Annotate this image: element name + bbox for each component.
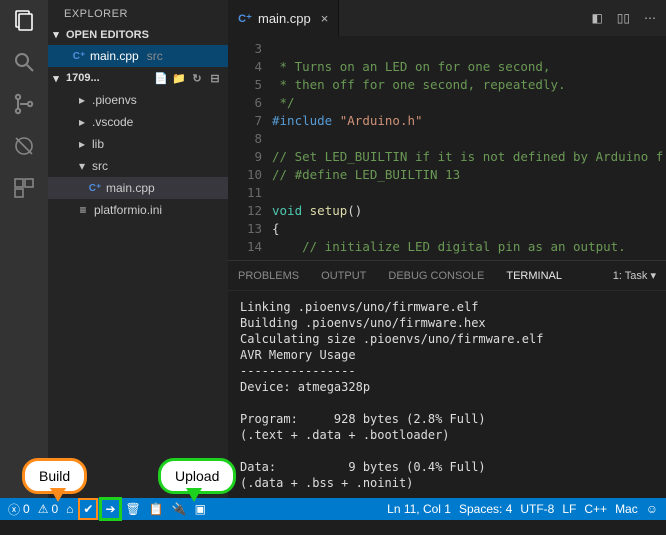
open-editors-label: OPEN EDITORS	[66, 29, 149, 41]
workspace-label: 1709...	[66, 72, 100, 84]
pio-upload-button[interactable]: ➔	[103, 501, 117, 517]
pio-home-icon[interactable]: ⌂	[66, 502, 73, 516]
debug-icon[interactable]	[12, 134, 36, 158]
new-folder-icon[interactable]: 📁	[172, 71, 186, 85]
extensions-icon[interactable]	[12, 176, 36, 200]
activity-bar	[0, 0, 48, 498]
ini-file-icon: ≡	[76, 203, 90, 217]
panel-tabs: PROBLEMS OUTPUT DEBUG CONSOLE TERMINAL 1: T…	[228, 261, 666, 291]
close-icon[interactable]: ×	[321, 11, 329, 26]
folder-src[interactable]: ▾src	[48, 155, 228, 177]
cpp-file-icon: C⁺	[88, 181, 102, 195]
bottom-panel: PROBLEMS OUTPUT DEBUG CONSOLE TERMINAL 1: T…	[228, 260, 666, 498]
refresh-icon[interactable]: ↻	[190, 71, 204, 85]
open-editors-header[interactable]: ▾ OPEN EDITORS	[48, 26, 228, 43]
more-icon[interactable]: ⋯	[644, 11, 656, 25]
chevron-down-icon: ▾	[76, 159, 88, 173]
status-spaces[interactable]: Spaces: 4	[459, 502, 512, 516]
callout-build: Build	[22, 458, 87, 494]
pio-serial-icon[interactable]: 🔌	[172, 502, 187, 516]
terminal-task-dropdown[interactable]: 1: Task ▾	[613, 269, 656, 282]
status-cursor[interactable]: Ln 11, Col 1	[387, 502, 451, 516]
editor-tabs: C⁺ main.cpp × ◧ ▯▯ ⋯	[228, 0, 666, 36]
pio-build-button[interactable]: ✔	[81, 501, 95, 517]
source-control-icon[interactable]	[12, 92, 36, 116]
terminal-output[interactable]: Linking .pioenvs/uno/firmware.elf Buildi…	[228, 291, 666, 498]
status-lang[interactable]: C++	[584, 502, 607, 516]
new-file-icon[interactable]: 📄	[154, 71, 168, 85]
open-editors-list: C⁺main.cppsrc	[48, 43, 228, 69]
status-os[interactable]: Mac	[615, 502, 638, 516]
pio-clean-icon[interactable]: 🗑	[126, 502, 141, 516]
cpp-file-icon: C⁺	[72, 49, 86, 63]
callout-upload: Upload	[158, 458, 236, 494]
workspace-header[interactable]: ▾ 1709... 📄 📁 ↻ ⊟	[48, 69, 228, 87]
folder-lib[interactable]: ▸lib	[48, 133, 228, 155]
status-errors[interactable]: ⓧ 0	[8, 501, 30, 518]
folder-.vscode[interactable]: ▸.vscode	[48, 111, 228, 133]
panel-tab-terminal[interactable]: TERMINAL	[506, 270, 562, 282]
split-horizontal-icon[interactable]: ◧	[591, 11, 602, 25]
panel-tab-output[interactable]: OUTPUT	[321, 270, 366, 282]
chevron-right-icon: ▸	[76, 115, 88, 129]
cpp-file-icon: C⁺	[238, 11, 252, 25]
sidebar-title: EXPLORER	[48, 0, 228, 26]
search-icon[interactable]	[12, 50, 36, 74]
sidebar: EXPLORER ▾ OPEN EDITORS C⁺main.cppsrc ▾ …	[48, 0, 228, 498]
panel-tab-debug-console[interactable]: DEBUG CONSOLE	[388, 270, 484, 282]
folder-.pioenvs[interactable]: ▸.pioenvs	[48, 89, 228, 111]
chevron-down-icon: ▾	[50, 72, 62, 85]
feedback-icon[interactable]: ☺	[646, 502, 658, 516]
tab-label: main.cpp	[258, 11, 311, 26]
explorer-icon[interactable]	[12, 8, 36, 32]
code-editor[interactable]: 34567891011121314 * Turns on an LED on f…	[228, 36, 666, 260]
split-editor-icon[interactable]: ▯▯	[617, 11, 630, 25]
file-platformio.ini[interactable]: ≡platformio.ini	[48, 199, 228, 221]
file-tree: ▸.pioenvs▸.vscode▸lib▾srcC⁺main.cpp≡plat…	[48, 87, 228, 223]
chevron-down-icon: ▾	[50, 28, 62, 41]
status-eol[interactable]: LF	[562, 502, 576, 516]
editor-area: C⁺ main.cpp × ◧ ▯▯ ⋯ 34567891011121314 *…	[228, 0, 666, 498]
collapse-icon[interactable]: ⊟	[208, 71, 222, 85]
open-editor-item[interactable]: C⁺main.cppsrc	[48, 45, 228, 67]
pio-terminal-icon[interactable]: ▣	[195, 502, 206, 516]
status-encoding[interactable]: UTF-8	[520, 502, 554, 516]
panel-tab-problems[interactable]: PROBLEMS	[238, 270, 299, 282]
file-main.cpp[interactable]: C⁺main.cpp	[48, 177, 228, 199]
chevron-right-icon: ▸	[76, 137, 88, 151]
chevron-right-icon: ▸	[76, 93, 88, 107]
pio-test-icon[interactable]: 📋	[149, 502, 164, 516]
status-bar: ⓧ 0 ⚠ 0 ⌂ ✔ ➔ 🗑 📋 🔌 ▣ Ln 11, Col 1 Space…	[0, 498, 666, 520]
status-warnings[interactable]: ⚠ 0	[38, 502, 58, 516]
tab-main-cpp[interactable]: C⁺ main.cpp ×	[228, 0, 339, 36]
